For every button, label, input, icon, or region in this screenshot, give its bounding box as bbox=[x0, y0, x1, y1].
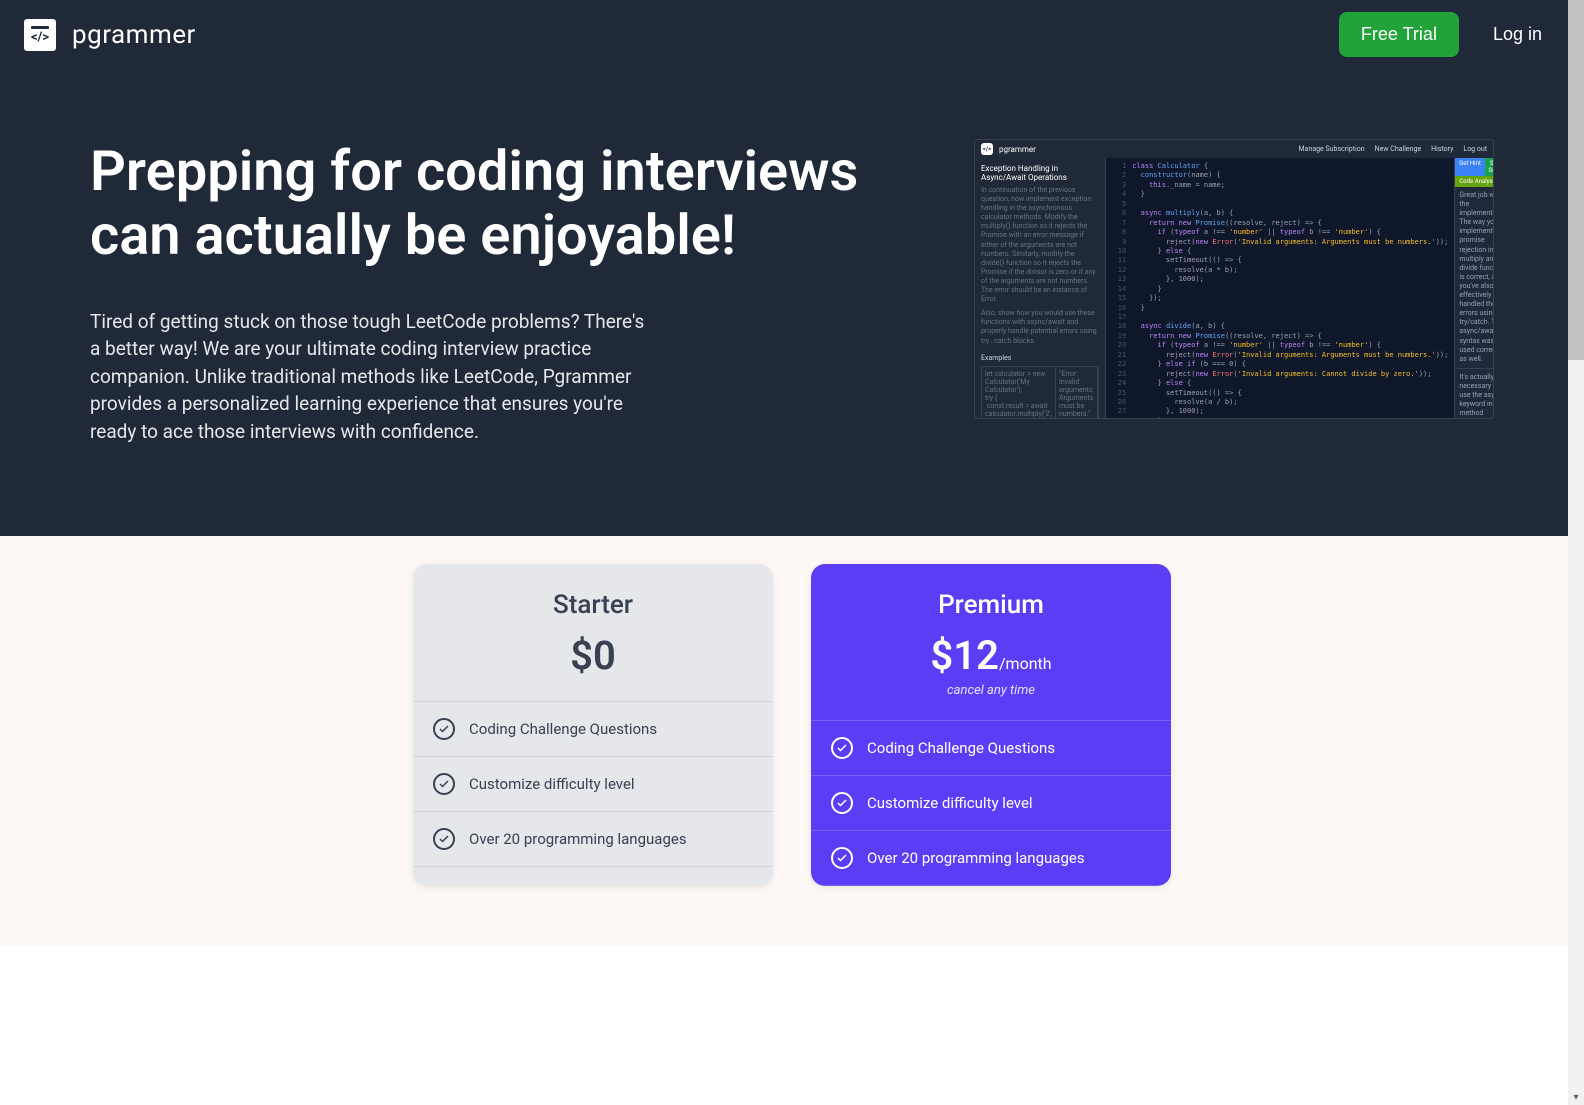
plan-name-starter: Starter bbox=[429, 590, 757, 620]
feature-label: Customize difficulty level bbox=[867, 794, 1033, 812]
free-trial-button[interactable]: Free Trial bbox=[1339, 12, 1459, 57]
feature-label: Over 20 programming languages bbox=[469, 830, 687, 848]
product-screenshot: </> pgrammer Manage Subscription New Cha… bbox=[974, 139, 1494, 419]
screenshot-problem-title: Exception Handling in Async/Await Operat… bbox=[981, 164, 1099, 182]
screenshot-code-editor: 1class Calculator { 2 constructor(name) … bbox=[1106, 158, 1454, 419]
feature-item: Customize difficulty level bbox=[413, 757, 773, 812]
scrollbar-thumb[interactable] bbox=[1568, 0, 1584, 360]
login-button[interactable]: Log in bbox=[1475, 12, 1560, 57]
pricing-card-starter: Starter $0 Coding Challenge Questions Cu… bbox=[413, 564, 773, 886]
scroll-down-button[interactable]: ▾ bbox=[1568, 1089, 1584, 1105]
feature-item: Over 20 programming languages bbox=[811, 831, 1171, 886]
plan-note-premium: cancel any time bbox=[827, 683, 1155, 698]
feature-item: Customize difficulty level bbox=[811, 776, 1171, 831]
check-icon bbox=[831, 847, 853, 869]
feature-item: Coding Challenge Questions bbox=[413, 702, 773, 757]
check-icon bbox=[433, 773, 455, 795]
screenshot-problem-text: In continuation of the previous question… bbox=[981, 186, 1099, 304]
hero-title: Prepping for coding interviews can actua… bbox=[90, 139, 862, 268]
screenshot-analysis-panel: Get Hint Submit Solution Code Analysis G… bbox=[1454, 158, 1494, 419]
plan-name-premium: Premium bbox=[827, 590, 1155, 620]
check-icon bbox=[831, 792, 853, 814]
plan-price-starter: $0 bbox=[429, 632, 757, 679]
feature-label: Coding Challenge Questions bbox=[867, 739, 1055, 757]
screenshot-examples-label: Examples bbox=[981, 354, 1099, 362]
logo-icon: </> bbox=[24, 19, 56, 51]
top-nav: </> pgrammer Free Trial Log in bbox=[0, 0, 1584, 69]
feature-label: Over 20 programming languages bbox=[867, 849, 1085, 867]
pricing-card-premium: Premium $12/month cancel any time Coding… bbox=[811, 564, 1171, 886]
brand-name: pgrammer bbox=[72, 20, 196, 50]
scrollbar-track[interactable]: ▴ ▾ bbox=[1568, 0, 1584, 1105]
pricing-section: Starter $0 Coding Challenge Questions Cu… bbox=[0, 536, 1584, 946]
feature-label: Coding Challenge Questions bbox=[469, 720, 657, 738]
check-icon bbox=[433, 828, 455, 850]
plan-price-premium: $12/month bbox=[827, 632, 1155, 679]
feature-label: Customize difficulty level bbox=[469, 775, 635, 793]
check-icon bbox=[831, 737, 853, 759]
hero-section: Prepping for coding interviews can actua… bbox=[0, 69, 1584, 536]
check-icon bbox=[433, 718, 455, 740]
screenshot-nav-links: Manage Subscription New Challenge Histor… bbox=[1299, 145, 1487, 153]
feature-item: Coding Challenge Questions bbox=[811, 721, 1171, 776]
feature-item: Over 20 programming languages bbox=[413, 812, 773, 867]
screenshot-brand: pgrammer bbox=[999, 145, 1036, 154]
hero-description: Tired of getting stuck on those tough Le… bbox=[90, 308, 650, 446]
